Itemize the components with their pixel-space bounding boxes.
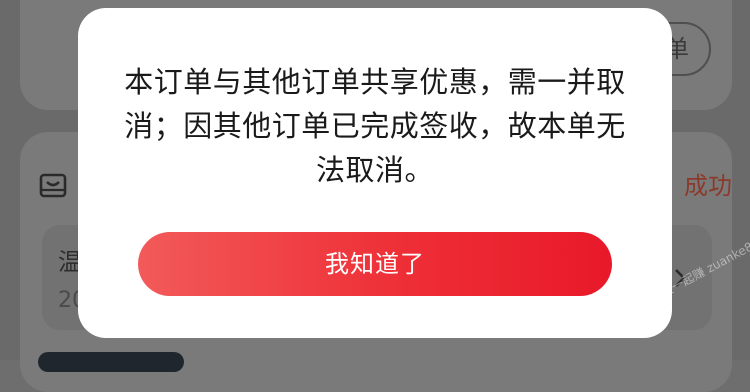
confirm-button[interactable]: 我知道了 [138, 232, 612, 296]
store-icon [39, 173, 67, 198]
cancel-order-dialog: 本订单与其他订单共享优惠，需一并取消；因其他订单已完成签收，故本单无法取消。 我… [78, 8, 672, 338]
bottom-action-button[interactable] [38, 352, 184, 372]
dialog-message: 本订单与其他订单共享优惠，需一并取消；因其他订单已完成签收，故本单无法取消。 [124, 65, 626, 187]
